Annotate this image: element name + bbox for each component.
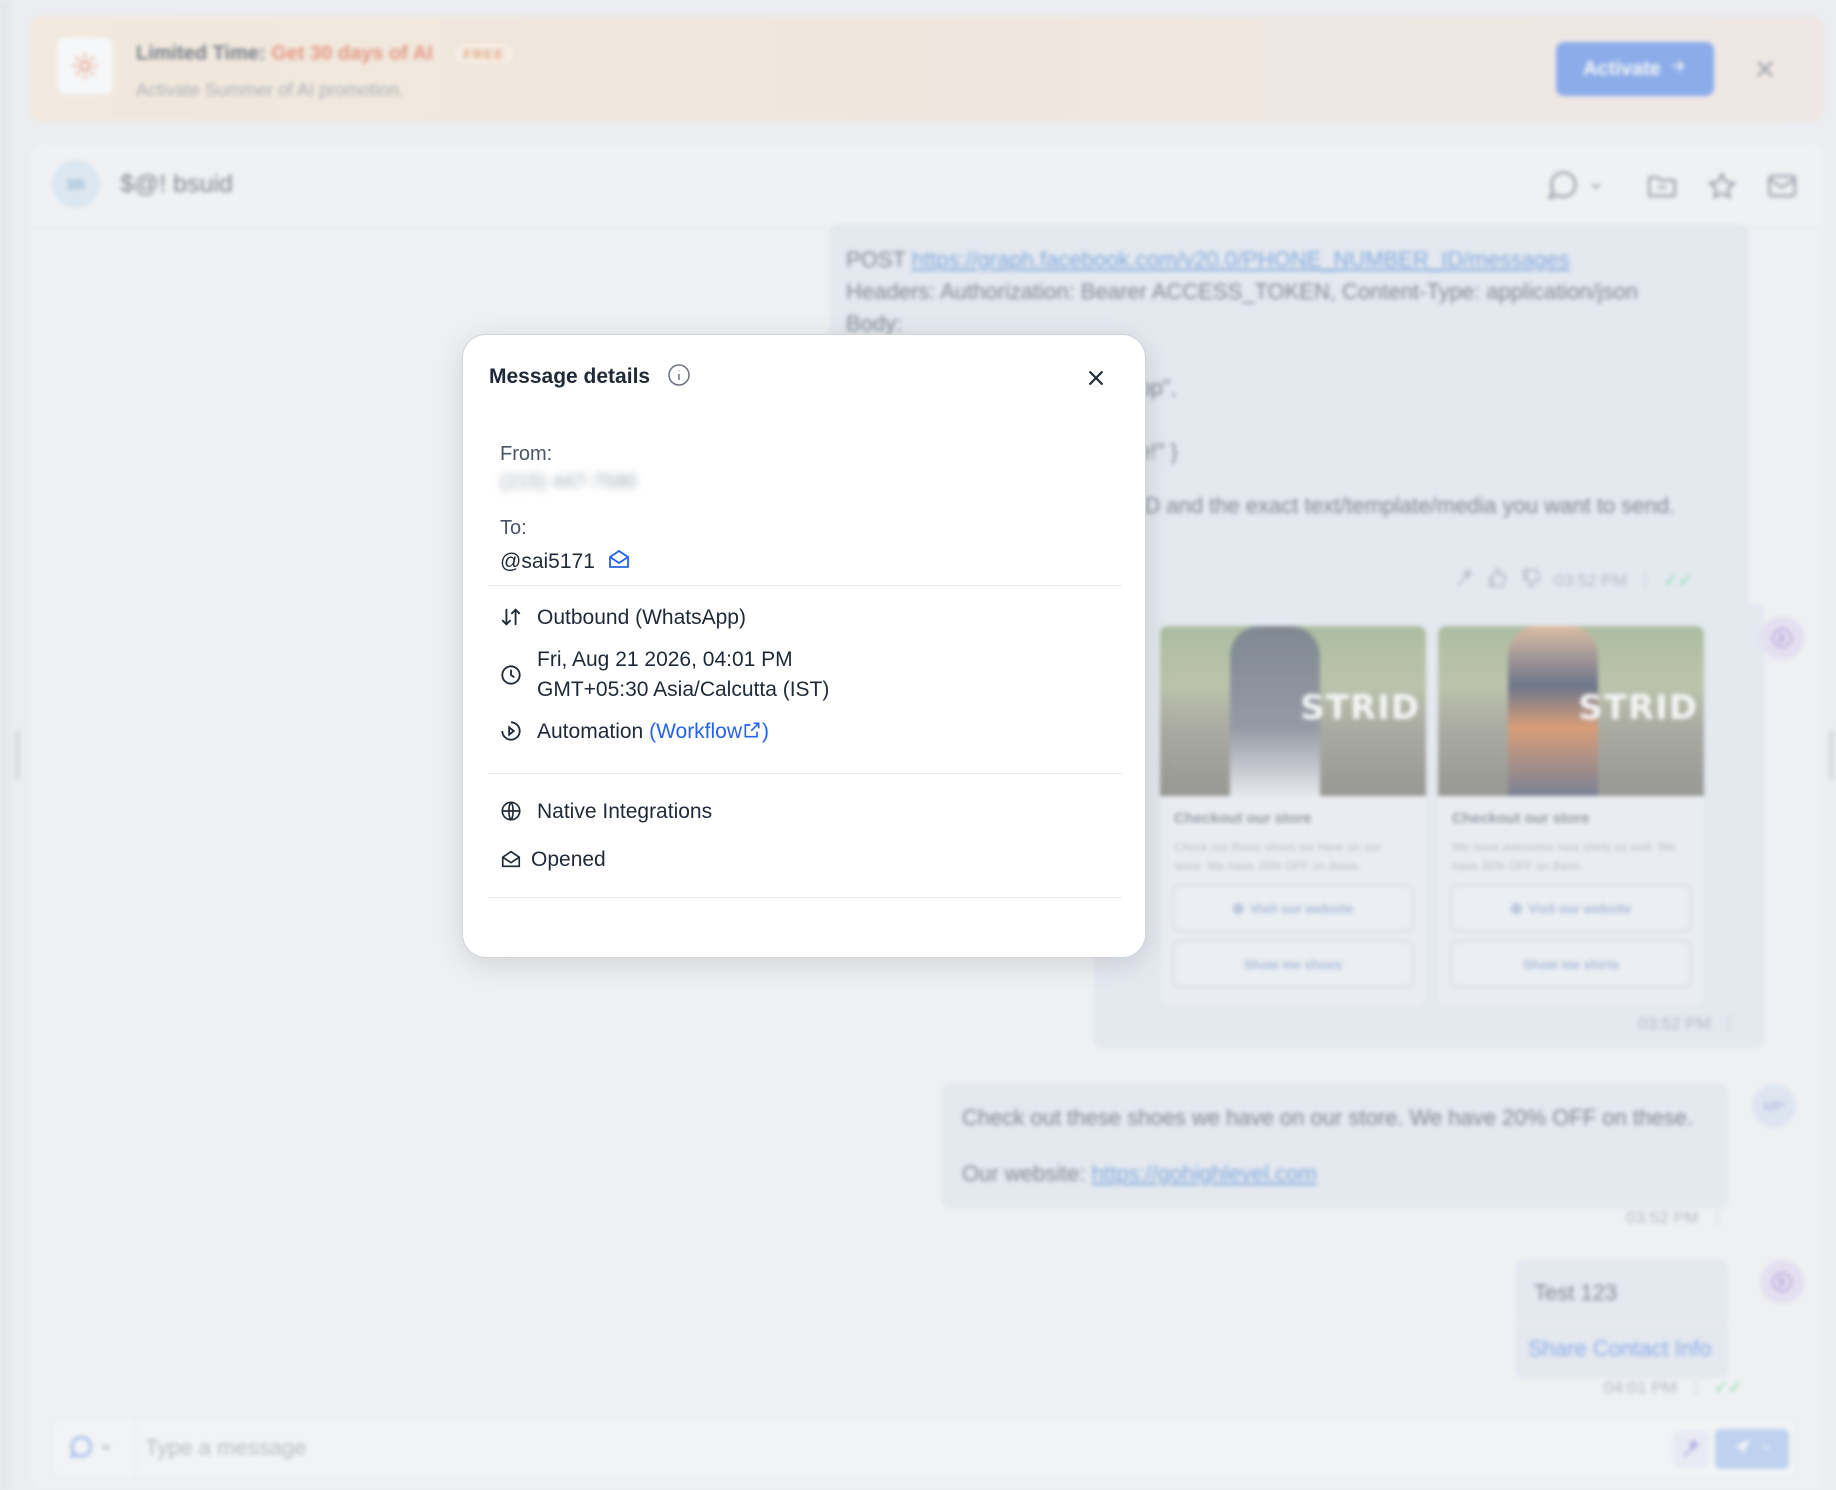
envelope-open-icon — [607, 547, 631, 577]
divider — [488, 773, 1122, 774]
timestamp-row: Fri, Aug 21 2026, 04:01 PM GMT+05:30 Asi… — [499, 645, 829, 705]
source-row: Automation (Workflow) — [499, 717, 769, 747]
info-icon[interactable] — [667, 363, 691, 387]
external-link-icon — [742, 720, 762, 743]
integration-text: Native Integrations — [537, 800, 713, 823]
date-text: Fri, Aug 21 2026, 04:01 PM — [537, 648, 793, 671]
close-icon[interactable] — [1083, 365, 1109, 391]
direction-row: Outbound (WhatsApp) — [499, 603, 746, 633]
divider — [488, 585, 1122, 586]
clock-icon — [499, 663, 523, 687]
status-row: Opened — [499, 845, 606, 875]
modal-title: Message details — [489, 365, 651, 388]
to-row: @sai5171 — [500, 547, 631, 577]
globe-icon — [499, 799, 523, 823]
status-text: Opened — [531, 848, 606, 871]
timezone-text: GMT+05:30 Asia/Calcutta (IST) — [537, 678, 830, 701]
workflow-link[interactable]: (Workflow) — [649, 720, 769, 743]
arrows-up-down-icon — [499, 605, 523, 629]
direction-text: Outbound (WhatsApp) — [537, 606, 746, 629]
envelope-open-icon — [499, 847, 523, 871]
to-label: To: — [500, 517, 527, 539]
automation-icon — [499, 719, 523, 743]
divider — [488, 897, 1122, 898]
integration-row: Native Integrations — [499, 797, 712, 827]
automation-label: Automation — [537, 720, 644, 743]
message-details-modal: Message details From: (215) 447-7590 To:… — [462, 334, 1146, 958]
from-value: (215) 447-7590 — [500, 471, 637, 493]
to-value: @sai5171 — [500, 550, 595, 573]
from-label: From: — [500, 443, 553, 465]
